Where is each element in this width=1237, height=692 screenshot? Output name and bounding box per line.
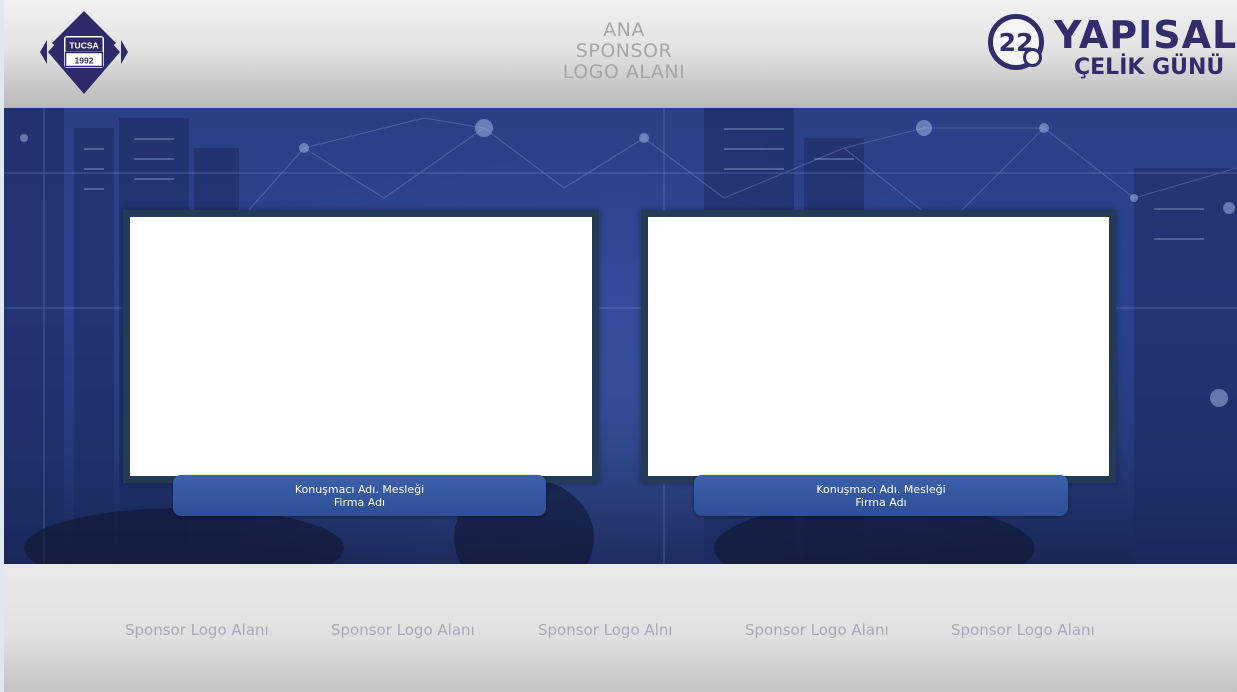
tucsa-logo-year-text: 1992 xyxy=(75,56,94,66)
event-logo: 22 YAPISAL ÇELİK GÜNÜ xyxy=(988,12,1236,92)
sponsor-logo-slot-2: Sponsor Logo Alanı xyxy=(331,621,475,639)
sponsor-logo-slot-1: Sponsor Logo Alanı xyxy=(125,621,269,639)
video-screen-right xyxy=(641,210,1116,483)
sponsor-logo-slot-5: Sponsor Logo Alanı xyxy=(951,621,1095,639)
speaker-caption-left: Konuşmacı Adı. Mesleği Firma Adı xyxy=(173,475,546,516)
speaker-name-title: Konuşmacı Adı. Mesleği xyxy=(816,482,946,496)
stage-background: Konuşmacı Adı. Mesleği Firma Adı Konuşma… xyxy=(4,108,1237,564)
video-screen-left xyxy=(123,210,599,483)
main-sponsor-line-2: SPONSOR xyxy=(575,40,673,62)
event-number-badge: 22 xyxy=(988,14,1044,70)
footer-sponsor-bar: Sponsor Logo Alanı Sponsor Logo Alanı Sp… xyxy=(4,564,1237,692)
speaker-caption-right: Konuşmacı Adı. Mesleği Firma Adı xyxy=(694,475,1068,516)
sponsor-logo-slot-3: Sponsor Logo Alnı xyxy=(538,621,673,639)
sponsor-logo-slot-4: Sponsor Logo Alanı xyxy=(745,621,889,639)
tucsa-logo: TUCSA 1992 xyxy=(40,11,128,94)
event-title-line-1: YAPISAL xyxy=(1054,13,1237,57)
speaker-company: Firma Adı xyxy=(333,495,386,509)
broadcast-frame: TUCSA 1992 ANA SPONSOR LOGO ALANI 22 YAP… xyxy=(4,0,1237,692)
header-bar: TUCSA 1992 ANA SPONSOR LOGO ALANI 22 YAP… xyxy=(4,0,1237,108)
tucsa-logo-top-text: TUCSA xyxy=(69,41,98,51)
event-title-line-2: ÇELİK GÜNÜ xyxy=(1074,55,1225,80)
speaker-company: Firma Adı xyxy=(855,495,907,509)
main-sponsor-line-1: ANA xyxy=(603,19,645,41)
speaker-name-title: Konuşmacı Adı. Mesleği xyxy=(294,482,425,496)
main-sponsor-line-3: LOGO ALANI xyxy=(562,61,686,83)
main-sponsor-logo-area: ANA SPONSOR LOGO ALANI xyxy=(524,20,724,83)
